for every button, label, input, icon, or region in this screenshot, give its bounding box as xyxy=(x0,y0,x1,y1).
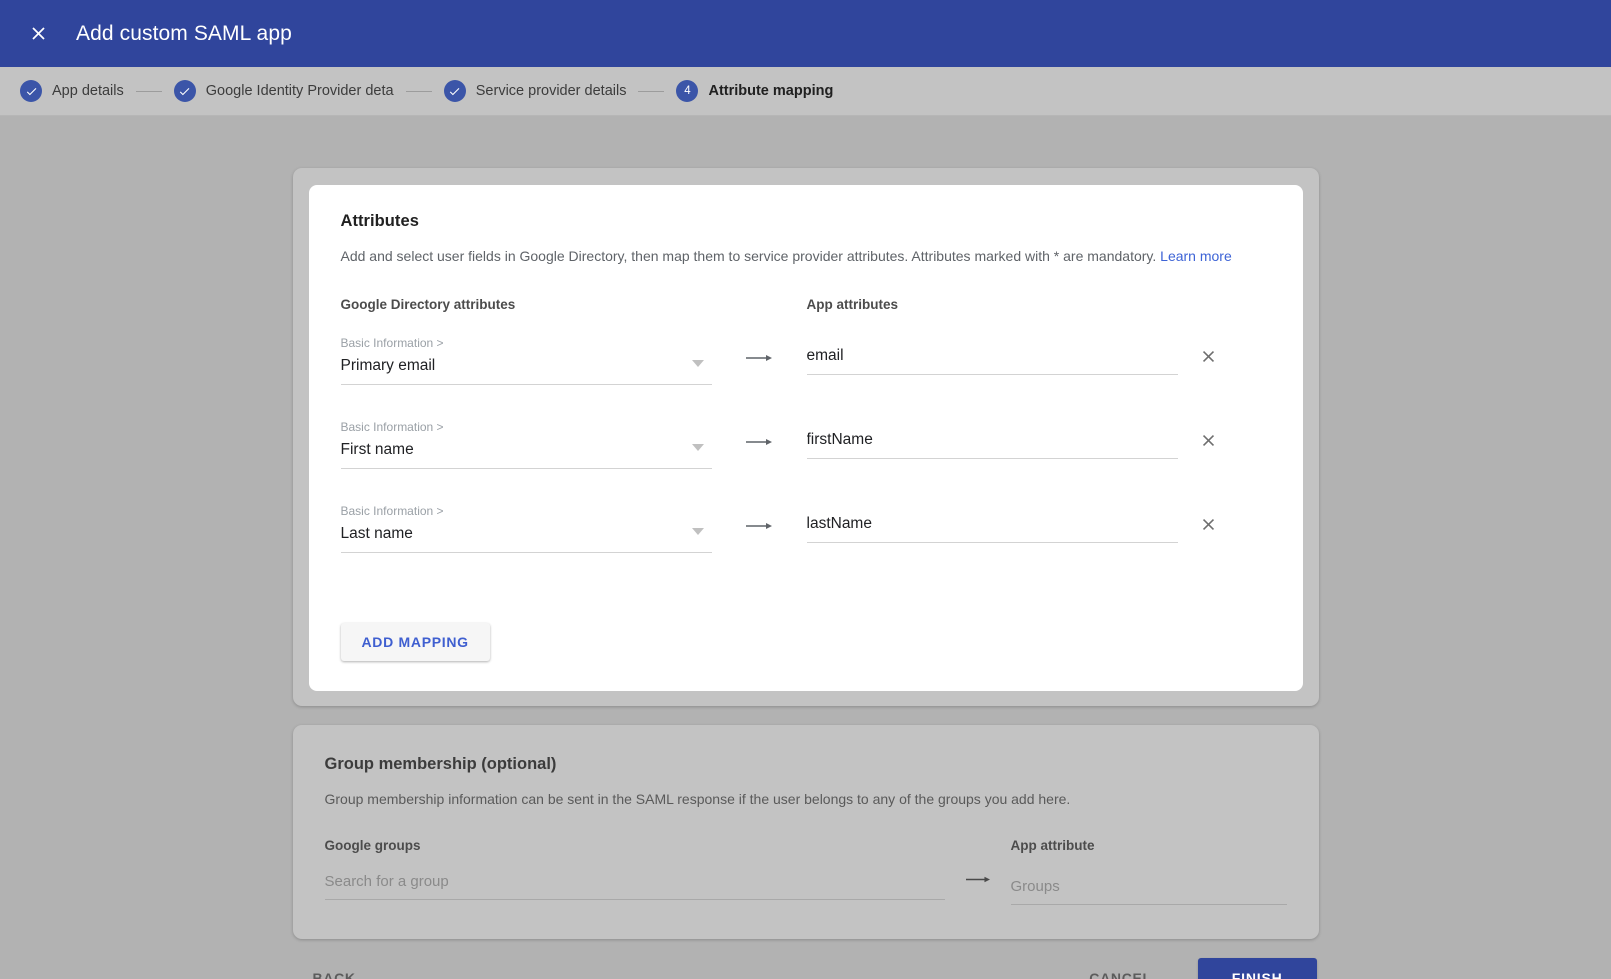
mapping-arrow-3 xyxy=(712,497,807,533)
arrow-right-icon xyxy=(746,435,772,449)
group-app-attribute-label: App attribute xyxy=(1011,838,1287,853)
delete-cell-3 xyxy=(1178,497,1271,538)
mapping-row: Basic Information > First name xyxy=(341,413,1271,497)
app-attribute-input-3[interactable] xyxy=(807,511,1178,543)
chevron-down-icon[interactable] xyxy=(692,360,704,367)
delete-mapping-button-2[interactable] xyxy=(1196,428,1222,454)
dialog-header: Add custom SAML app xyxy=(0,0,1611,67)
group-membership-title: Group membership (optional) xyxy=(325,755,1287,774)
step-4-number: 4 xyxy=(676,80,698,102)
close-dialog-button[interactable] xyxy=(16,12,60,56)
step-1-status-icon xyxy=(20,80,42,102)
directory-category-label-2: Basic Information > xyxy=(341,420,712,435)
directory-category-label-1: Basic Information > xyxy=(341,336,712,351)
close-icon xyxy=(1199,347,1218,366)
delete-cell-2 xyxy=(1178,413,1271,454)
group-app-attribute-input[interactable] xyxy=(1011,874,1287,905)
mapping-column-headers: Google Directory attributes App attribut… xyxy=(341,297,1271,312)
google-groups-column: Google groups xyxy=(325,838,945,905)
step-2-label: Google Identity Provider details xyxy=(206,83,394,99)
close-icon xyxy=(28,23,49,44)
attributes-description-text: Add and select user fields in Google Dir… xyxy=(341,248,1157,264)
google-groups-label: Google groups xyxy=(325,838,945,853)
step-attribute-mapping[interactable]: 4 Attribute mapping xyxy=(676,80,833,102)
step-app-details[interactable]: App details xyxy=(20,80,124,102)
mapping-arrow-1 xyxy=(712,329,807,365)
finish-button[interactable]: FINISH xyxy=(1198,958,1317,979)
step-4-label: Attribute mapping xyxy=(708,83,833,99)
delete-cell-1 xyxy=(1178,329,1271,370)
step-connector-1 xyxy=(136,91,162,92)
mapping-row: Basic Information > Primary email xyxy=(341,329,1271,413)
attributes-panel: Attributes Add and select user fields in… xyxy=(293,168,1319,706)
chevron-down-icon[interactable] xyxy=(692,528,704,535)
delete-mapping-button-1[interactable] xyxy=(1196,344,1222,370)
delete-mapping-button-3[interactable] xyxy=(1196,512,1222,538)
directory-column-header: Google Directory attributes xyxy=(341,297,807,312)
step-connector-2 xyxy=(406,91,432,92)
directory-attribute-select-1[interactable]: Basic Information > Primary email xyxy=(341,329,712,385)
app-attribute-input-2[interactable] xyxy=(807,427,1178,459)
attributes-card: Attributes Add and select user fields in… xyxy=(309,185,1303,691)
mapping-rows: Basic Information > Primary email xyxy=(341,329,1271,581)
step-2-status-icon xyxy=(174,80,196,102)
cancel-button[interactable]: CANCEL xyxy=(1071,959,1170,979)
dialog-body: Attributes Add and select user fields in… xyxy=(0,116,1611,979)
close-icon xyxy=(1199,515,1218,534)
add-mapping-button[interactable]: ADD MAPPING xyxy=(341,623,490,661)
directory-attribute-select-2[interactable]: Basic Information > First name xyxy=(341,413,712,469)
group-mapping-arrow xyxy=(945,838,1011,905)
mapping-arrow-2 xyxy=(712,413,807,449)
group-app-attribute-column: App attribute xyxy=(1011,838,1287,905)
app-attribute-field-2[interactable] xyxy=(807,413,1178,459)
app-attribute-field-1[interactable] xyxy=(807,329,1178,375)
add-mapping-row: ADD MAPPING xyxy=(341,623,1271,691)
attributes-title: Attributes xyxy=(341,212,1271,231)
chevron-down-icon[interactable] xyxy=(692,444,704,451)
arrow-right-icon xyxy=(746,519,772,533)
back-button[interactable]: BACK xyxy=(295,959,374,979)
arrow-right-icon xyxy=(966,873,990,886)
directory-attribute-select-3[interactable]: Basic Information > Last name xyxy=(341,497,712,553)
learn-more-link[interactable]: Learn more xyxy=(1160,248,1232,264)
step-service-provider-details[interactable]: Service provider details xyxy=(444,80,627,102)
group-membership-panel: Group membership (optional) Group member… xyxy=(293,725,1319,939)
arrow-right-icon xyxy=(746,351,772,365)
directory-category-label-3: Basic Information > xyxy=(341,504,712,519)
directory-attribute-value-2[interactable]: First name xyxy=(341,435,712,469)
step-3-label: Service provider details xyxy=(476,83,627,99)
attributes-description: Add and select user fields in Google Dir… xyxy=(341,247,1271,267)
close-icon xyxy=(1199,431,1218,450)
step-1-label: App details xyxy=(52,83,124,99)
app-attribute-input-1[interactable] xyxy=(807,343,1178,375)
step-google-identity-provider-details[interactable]: Google Identity Provider details xyxy=(174,80,394,102)
google-groups-search-input[interactable] xyxy=(325,869,945,900)
mapping-row: Basic Information > Last name xyxy=(341,497,1271,581)
app-column-header: App attributes xyxy=(807,297,1271,312)
directory-attribute-value-1[interactable]: Primary email xyxy=(341,351,712,385)
app-attribute-field-3[interactable] xyxy=(807,497,1178,543)
group-membership-fields: Google groups App attribute xyxy=(325,838,1287,905)
directory-attribute-value-3[interactable]: Last name xyxy=(341,519,712,553)
step-3-status-icon xyxy=(444,80,466,102)
dialog-title: Add custom SAML app xyxy=(76,22,292,46)
content-column: Attributes Add and select user fields in… xyxy=(293,116,1319,979)
wizard-stepper: App details Google Identity Provider det… xyxy=(0,67,1611,116)
step-connector-3 xyxy=(638,91,664,92)
dialog-footer: BACK CANCEL FINISH xyxy=(293,939,1319,979)
group-membership-description: Group membership information can be sent… xyxy=(325,791,1287,807)
